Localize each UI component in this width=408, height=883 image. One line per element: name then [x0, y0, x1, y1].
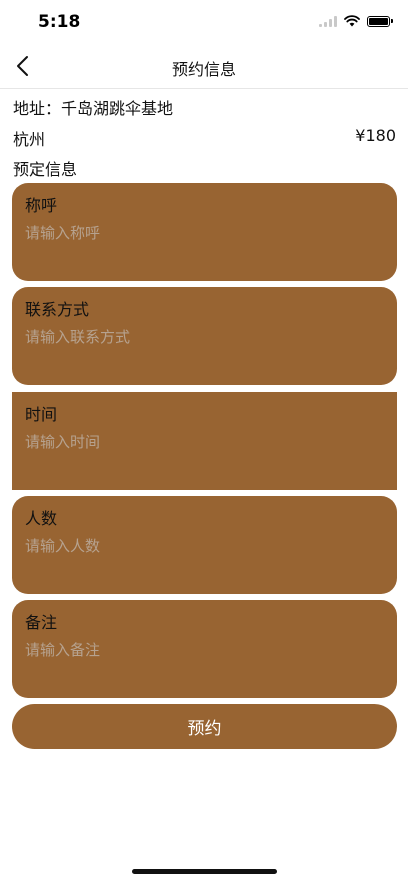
time-field-label: 时间 — [25, 405, 58, 424]
contact-field-card: 联系方式 — [12, 287, 397, 385]
reserve-button[interactable]: 预约 — [12, 704, 397, 749]
booking-section-title: 预定信息 — [13, 160, 78, 179]
contact-field-label: 联系方式 — [25, 300, 90, 319]
remark-input[interactable] — [25, 638, 365, 662]
home-indicator — [132, 869, 277, 874]
time-field-card: 时间 — [12, 392, 397, 490]
status-time: 5:18 — [38, 12, 81, 32]
remark-field-card: 备注 — [12, 600, 397, 698]
status-bar: 5:18 — [0, 0, 408, 44]
city-text: 杭州 — [13, 130, 46, 149]
name-input[interactable] — [25, 221, 365, 245]
people-count-field-card: 人数 — [12, 496, 397, 594]
people-count-input[interactable] — [25, 534, 365, 558]
price-text: ¥180 — [355, 126, 396, 145]
status-icons — [319, 15, 393, 27]
people-count-field-label: 人数 — [25, 509, 58, 528]
address-text: 地址：千岛湖跳伞基地 — [13, 99, 174, 118]
name-field-card: 称呼 — [12, 183, 397, 281]
contact-input[interactable] — [25, 325, 365, 349]
time-input[interactable] — [25, 430, 365, 454]
name-field-label: 称呼 — [25, 196, 58, 215]
cellular-signal-icon — [319, 15, 337, 27]
page-title: 预约信息 — [171, 60, 236, 79]
battery-icon — [367, 15, 393, 27]
nav-bar: 预约信息 — [0, 44, 408, 89]
remark-field-label: 备注 — [25, 613, 58, 632]
wifi-icon — [344, 15, 360, 27]
